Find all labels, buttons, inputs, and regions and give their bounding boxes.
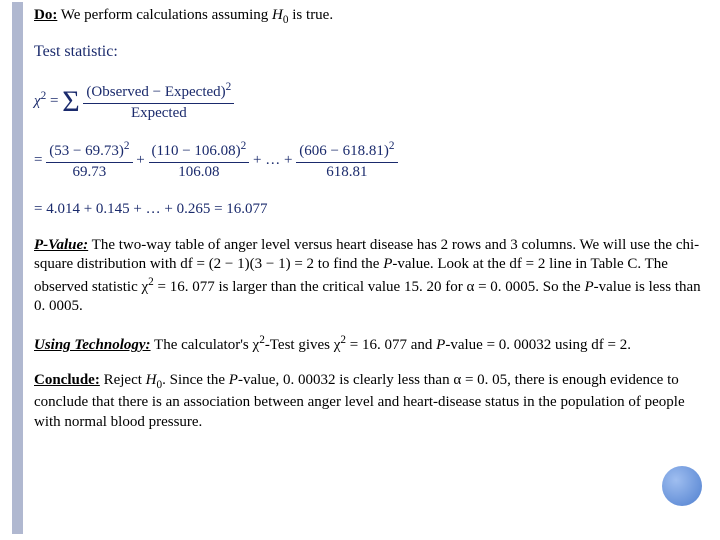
tech-t2: -Test gives	[265, 337, 334, 353]
con-t2: . Since the	[162, 372, 229, 388]
tech-t1: The calculator's	[151, 337, 253, 353]
tech-P: P	[436, 337, 445, 353]
t1-num: (53 − 69.73)	[49, 143, 124, 159]
pv-P1: P	[383, 256, 392, 272]
technology-paragraph: Using Technology: The calculator's χ2-Te…	[34, 333, 702, 356]
chi-symbol: χ	[34, 93, 41, 109]
con-H: H	[146, 372, 157, 388]
do-H: H	[272, 7, 283, 23]
tech-t3: = 16. 077 and	[346, 337, 436, 353]
sigma-icon: Σ	[62, 87, 79, 117]
plus2: + … +	[253, 152, 296, 168]
t3-num: (606 − 618.81)	[299, 143, 389, 159]
do-label: Do:	[34, 7, 57, 23]
pv-P2: P	[584, 279, 593, 295]
do-text-b: is true.	[289, 7, 334, 23]
t3-sq: 2	[389, 140, 395, 152]
do-text-a: We perform calculations assuming	[57, 7, 272, 23]
t1-sq: 2	[124, 140, 130, 152]
exp-eq: =	[34, 152, 46, 168]
chi-square-definition: χ 2 = Σ (Observed − Expected)2 Expected	[34, 80, 702, 123]
slide-content: Do: We perform calculations assuming H0 …	[34, 6, 702, 534]
pvalue-label: P-Value:	[34, 237, 88, 253]
conclude-paragraph: Conclude: Reject H0. Since the P-value, …	[34, 371, 702, 432]
term3: (606 − 618.81)2 618.81	[296, 139, 397, 182]
tech-label: Using Technology:	[34, 337, 151, 353]
def-den: Expected	[83, 104, 234, 124]
def-num-sq: 2	[226, 81, 232, 93]
formula-block: Test statistic: χ 2 = Σ (Observed − Expec…	[34, 28, 702, 220]
t2-num: (110 − 106.08)	[152, 143, 241, 159]
test-statistic-label: Test statistic:	[34, 42, 118, 63]
term2: (110 − 106.08)2 106.08	[149, 139, 250, 182]
term1: (53 − 69.73)2 69.73	[46, 139, 132, 182]
t2-sq: 2	[241, 140, 247, 152]
eq-sign: =	[46, 93, 62, 109]
def-num: (Observed − Expected)	[86, 84, 225, 100]
left-bar-inner	[20, 2, 23, 534]
definition-fraction: (Observed − Expected)2 Expected	[83, 80, 234, 123]
t2-den: 106.08	[149, 163, 250, 183]
conclude-label: Conclude:	[34, 372, 100, 388]
left-bar-outer	[12, 2, 20, 534]
t3-den: 618.81	[296, 163, 397, 183]
do-line: Do: We perform calculations assuming H0 …	[34, 6, 702, 28]
pvalue-paragraph: P-Value: The two-way table of anger leve…	[34, 236, 702, 317]
t1-den: 69.73	[46, 163, 132, 183]
expanded-terms: = (53 − 69.73)2 69.73 + (110 − 106.08)2 …	[34, 139, 702, 182]
con-P: P	[229, 372, 238, 388]
pv-t3: = 16. 077 is larger than the critical va…	[154, 279, 585, 295]
plus1: +	[136, 152, 148, 168]
con-t1: Reject	[100, 372, 146, 388]
tech-t4: -value = 0. 00032 using df = 2.	[445, 337, 631, 353]
result-line: = 4.014 + 0.145 + … + 0.265 = 16.077	[34, 200, 702, 220]
